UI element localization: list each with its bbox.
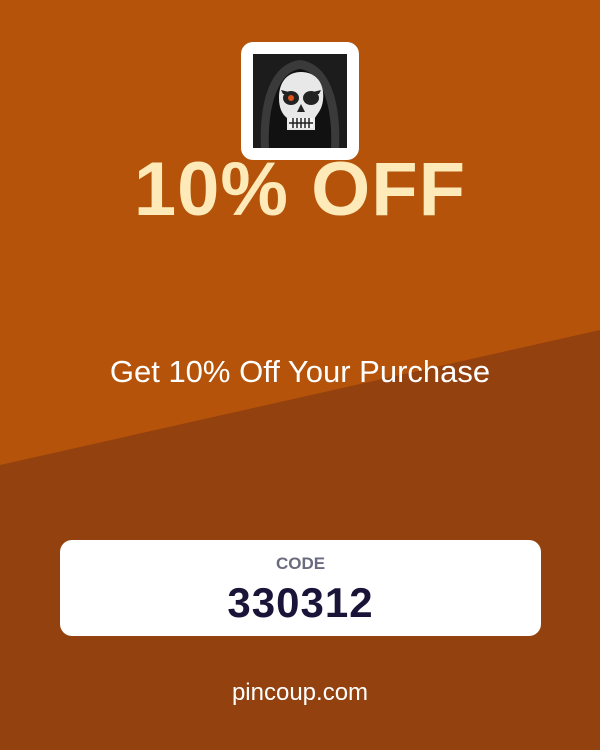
code-label: CODE: [275, 554, 326, 573]
coupon-code-card[interactable]: CODE 330312: [60, 540, 541, 636]
site-url[interactable]: pincoup.com: [0, 677, 600, 709]
discount-headline: 10% OFF: [133, 147, 467, 232]
offer-subtitle: Get 10% Off Your Purchase: [109, 354, 491, 389]
brand-logo: [241, 42, 359, 160]
grim-reaper-skull-icon: [253, 54, 347, 148]
coupon-code-value[interactable]: 330312: [60, 578, 541, 628]
